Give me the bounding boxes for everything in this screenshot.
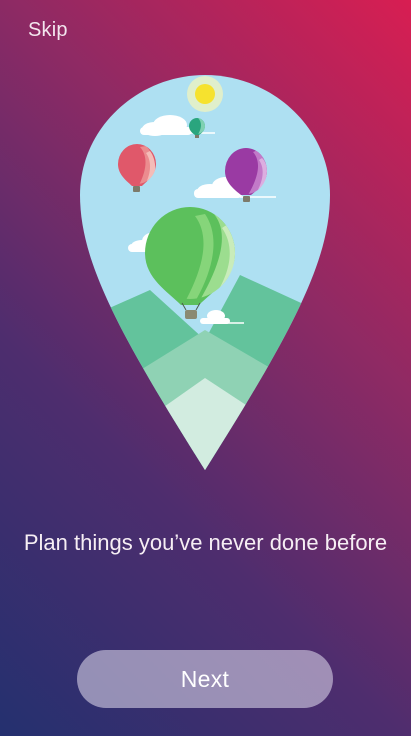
pin-scene — [80, 75, 330, 470]
next-button-label: Next — [180, 665, 230, 692]
mountain-front — [80, 378, 330, 470]
onboarding-screen: Skip Plan things you’ve never done befor… — [0, 0, 411, 736]
onboarding-tagline: Plan things you’ve never done before — [23, 530, 388, 555]
next-button[interactable]: Next — [77, 650, 333, 708]
map-pin-illustration — [80, 75, 330, 470]
